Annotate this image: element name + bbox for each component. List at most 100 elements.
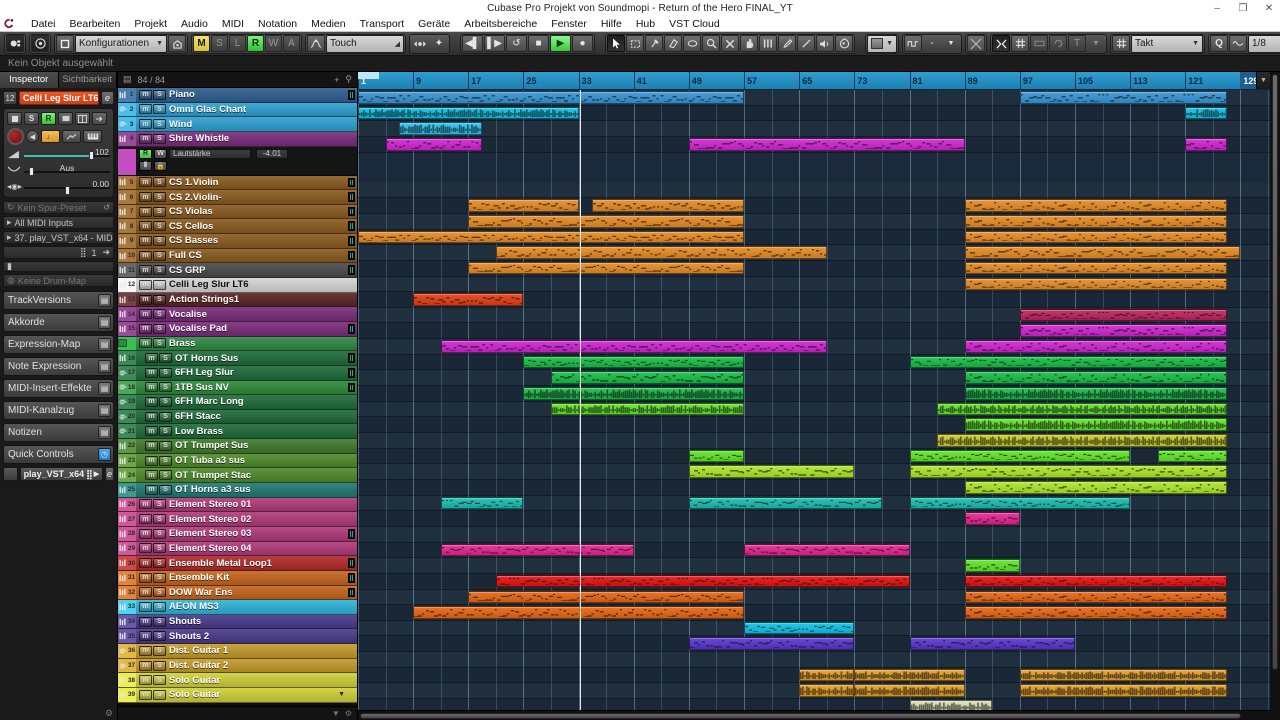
- track-row[interactable]: 8 m S CS Cellos: [118, 219, 357, 235]
- track-mute-button[interactable]: m: [145, 353, 158, 364]
- delay-fader[interactable]: 0.00: [24, 179, 110, 195]
- arrangement-clip[interactable]: [937, 402, 1227, 416]
- arrangement-clip[interactable]: [440, 496, 524, 510]
- track-solo-button[interactable]: S: [159, 426, 172, 437]
- inspector-freeze-button[interactable]: [92, 112, 107, 125]
- track-mute-button[interactable]: m: [139, 660, 152, 671]
- arrangement-clip[interactable]: [523, 355, 745, 369]
- track-name[interactable]: 6FH Marc Long: [175, 396, 244, 407]
- color-tool[interactable]: [835, 35, 853, 52]
- edit-instrument-button[interactable]: e: [101, 91, 114, 105]
- arrangement-clip[interactable]: [495, 246, 827, 259]
- instrument-slot[interactable]: play_VST_x64 ⣿ ▶: [19, 467, 104, 481]
- track-name[interactable]: CS Violas: [169, 206, 213, 217]
- track-solo-button[interactable]: S: [153, 265, 166, 276]
- arrangement-clip[interactable]: [468, 199, 579, 212]
- track-name[interactable]: OT Horns Sus: [175, 353, 238, 364]
- automation-lane[interactable]: R W Lautstärke -4.01 ⦀ 🔒: [118, 146, 357, 176]
- arrangement-clip[interactable]: [688, 496, 882, 510]
- note-expression-icon[interactable]: ▤: [98, 360, 111, 373]
- track-name[interactable]: Shire Whistle: [169, 133, 229, 144]
- quick-controls-icon[interactable]: ◷: [98, 448, 111, 461]
- track-row[interactable]: 23 m S OT Tuba a3 sus: [118, 453, 357, 469]
- inspector-keyboard-button[interactable]: [83, 130, 102, 143]
- automation-mode-dropdown[interactable]: Touch ◢: [326, 34, 404, 53]
- track-mute-button[interactable]: m: [139, 514, 152, 525]
- track-solo-button[interactable]: S: [153, 235, 166, 246]
- track-row[interactable]: 9 m S CS Basses: [118, 234, 357, 249]
- track-solo-button[interactable]: S: [153, 294, 166, 305]
- menu-item-datei[interactable]: Datei: [24, 16, 63, 32]
- track-solo-button[interactable]: S: [159, 411, 172, 422]
- track-solo-button[interactable]: S: [153, 645, 166, 656]
- monitor-button[interactable]: ◀: [26, 130, 39, 143]
- inspector-section-notizen[interactable]: Notizen ▤: [3, 423, 114, 442]
- arrangement-clip[interactable]: [399, 122, 483, 135]
- menu-item-fenster[interactable]: Fenster: [544, 16, 594, 32]
- track-mute-button[interactable]: m: [139, 133, 152, 144]
- track-row[interactable]: 11 m S CS GRP: [118, 263, 357, 279]
- track-row[interactable]: 26 m S Element Stereo 01: [118, 497, 357, 513]
- track-mute-button[interactable]: m: [139, 675, 152, 686]
- track-solo-button[interactable]: S: [153, 279, 166, 290]
- track-row[interactable]: 38 m S Solo Guitar: [118, 673, 357, 688]
- channel-icon[interactable]: ▤: [98, 404, 111, 417]
- track-row[interactable]: 12 m S Celli Leg Slur LT6: [118, 278, 357, 293]
- track-solo-button[interactable]: S: [153, 689, 166, 700]
- arrangement-clip[interactable]: [854, 684, 965, 698]
- arrangement-clip[interactable]: [468, 214, 745, 228]
- track-name[interactable]: AEON MS3: [169, 601, 219, 612]
- track-solo-button[interactable]: S: [159, 396, 172, 407]
- inspector-lanes-button[interactable]: [75, 112, 90, 125]
- track-row[interactable]: 39 m S Solo Guitar ▼: [118, 687, 357, 703]
- automation-write-button[interactable]: W: [154, 148, 167, 159]
- automation-value[interactable]: -4.01: [256, 148, 288, 159]
- midi-channel-row[interactable]: ⣿ 1 ➜: [3, 246, 114, 259]
- inspector-track-name[interactable]: Celli Leg Slur LT6 ▶: [19, 91, 99, 105]
- track-mute-button[interactable]: m: [139, 221, 152, 232]
- arrangement-clip[interactable]: [744, 621, 855, 635]
- track-row[interactable]: 16 m S OT Horns Sus: [118, 351, 357, 366]
- arrangement-clip[interactable]: [495, 574, 910, 588]
- track-mute-button[interactable]: m: [139, 265, 152, 276]
- arrangement-clip[interactable]: [964, 246, 1241, 259]
- arrangement-clip[interactable]: [937, 434, 1227, 447]
- read-automation-button[interactable]: R: [247, 35, 264, 52]
- settings-gear-icon[interactable]: ⚙: [345, 709, 352, 718]
- midi-input-row[interactable]: ▸ All MIDI Inputs: [3, 216, 114, 229]
- track-row[interactable]: 29 m S Element Stereo 04: [118, 541, 357, 557]
- arrangement-clip[interactable]: [964, 261, 1227, 275]
- instrument-edit-button[interactable]: e: [105, 467, 114, 481]
- inspector-note-button[interactable]: ♩: [41, 130, 60, 143]
- arrangement-clip[interactable]: [964, 214, 1227, 228]
- track-row[interactable]: 37 m S Dist. Guitar 2: [118, 658, 357, 674]
- track-solo-button[interactable]: S: [153, 192, 166, 203]
- track-solo-button[interactable]: S: [153, 323, 166, 334]
- configurations-dropdown[interactable]: Konfigurationen ▼: [75, 34, 167, 53]
- chevron-down-icon[interactable]: ▼: [338, 691, 345, 698]
- nudge-icon[interactable]: [411, 35, 429, 52]
- menu-item-bearbeiten[interactable]: Bearbeiten: [63, 16, 128, 32]
- track-solo-button[interactable]: S: [159, 440, 172, 451]
- pan-fader[interactable]: Aus: [24, 163, 110, 178]
- arrangement-clip[interactable]: [358, 91, 745, 104]
- snap-crosshair-icon[interactable]: [967, 35, 985, 52]
- arrangement-clip[interactable]: [964, 480, 1227, 494]
- inspector-mute-button[interactable]: [7, 112, 22, 125]
- track-row[interactable]: 36 m S Dist. Guitar 1: [118, 644, 357, 659]
- track-name[interactable]: Brass: [169, 338, 195, 349]
- arrangement-clip[interactable]: [964, 418, 1227, 431]
- search-icon[interactable]: ⚲: [345, 74, 352, 85]
- track-mute-button[interactable]: m: [139, 309, 152, 320]
- automation-mute-button[interactable]: ⦀: [139, 160, 152, 171]
- arrangement-clip[interactable]: [964, 387, 1227, 400]
- arrangement-clip[interactable]: [1185, 106, 1227, 120]
- inspector-tab-sichtbarkeit[interactable]: Sichtbarkeit: [58, 72, 117, 88]
- expression-icon[interactable]: ▤: [98, 338, 111, 351]
- track-solo-button[interactable]: S: [153, 587, 166, 598]
- arrangement-clip[interactable]: [909, 496, 1131, 510]
- bank-row[interactable]: ▮: [3, 261, 114, 272]
- inspector-read-button[interactable]: R: [41, 112, 56, 125]
- inspector-write-button[interactable]: [58, 112, 73, 125]
- draw-tool[interactable]: [778, 35, 796, 52]
